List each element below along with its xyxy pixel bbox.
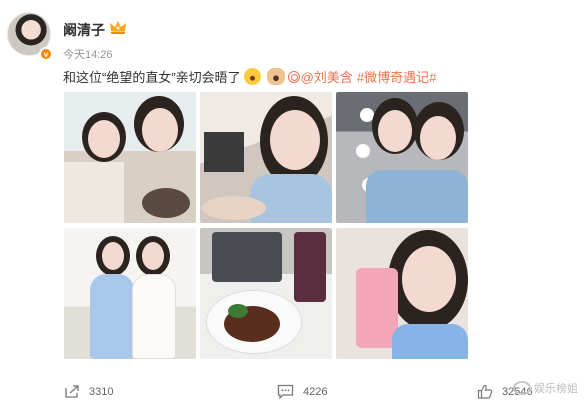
- shock-emoji-icon: [243, 68, 261, 85]
- photo-face: [402, 246, 456, 312]
- watermark: 娱乐榜姐: [513, 380, 578, 396]
- photo-light: [356, 144, 370, 158]
- repost-count: 3310: [89, 385, 114, 398]
- photo-1[interactable]: [64, 92, 196, 223]
- comment-icon: [277, 384, 294, 399]
- photo-bowl: [142, 188, 190, 218]
- photo-chair: [204, 132, 244, 172]
- photo-3[interactable]: [336, 92, 468, 223]
- photo-face: [102, 242, 124, 270]
- photo-clothes: [366, 170, 468, 223]
- post-time[interactable]: 今天14:26: [63, 46, 113, 62]
- post-text-body: 和这位“绝望的直女”亲切会晤了: [63, 70, 241, 85]
- photo-face: [270, 110, 320, 170]
- photo-plate: [202, 196, 266, 220]
- photo-6[interactable]: [336, 228, 468, 359]
- photo-face: [142, 242, 164, 270]
- author-name[interactable]: 阚清子: [63, 20, 105, 40]
- mention-link[interactable]: @刘美含: [287, 67, 353, 86]
- photo-clothes: [64, 162, 124, 223]
- photo-2[interactable]: [200, 92, 332, 223]
- photo-face: [142, 108, 178, 152]
- photo-greens: [228, 304, 248, 318]
- comment-button[interactable]: 4226: [277, 384, 327, 399]
- photo-clothes: [250, 174, 332, 223]
- watermark-text: 娱乐榜姐: [534, 383, 578, 395]
- comment-count: 4226: [303, 385, 328, 398]
- repost-icon: [65, 385, 79, 398]
- photo-face: [420, 116, 456, 160]
- mention-text: @刘美含: [300, 70, 353, 85]
- verified-badge-icon: v: [39, 47, 53, 61]
- photo-face: [378, 110, 412, 152]
- like-icon: [477, 384, 493, 399]
- photo-4[interactable]: [64, 228, 196, 359]
- photo-dress: [132, 274, 176, 359]
- photo-dress: [90, 274, 134, 359]
- post-text: 和这位“绝望的直女”亲切会晤了 @刘美含 #微博奇遇记#: [63, 67, 436, 86]
- photo-5[interactable]: [200, 228, 332, 359]
- photo-bottles: [212, 232, 282, 282]
- watermark-logo-icon: [513, 381, 531, 395]
- repost-button[interactable]: 3310: [64, 384, 113, 399]
- photo-clothes: [392, 324, 468, 359]
- hashtag-link[interactable]: #微博奇遇记#: [357, 67, 436, 86]
- mention-icon: [287, 70, 300, 83]
- rabbit-emoji-icon: [266, 68, 285, 85]
- crown-icon: [110, 21, 126, 34]
- photo-face: [88, 120, 120, 158]
- photo-glass: [294, 232, 326, 302]
